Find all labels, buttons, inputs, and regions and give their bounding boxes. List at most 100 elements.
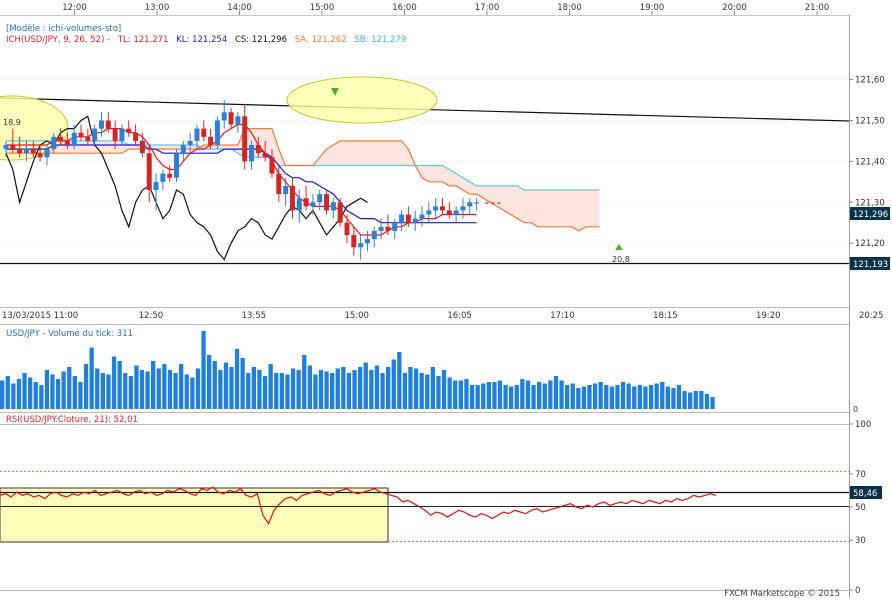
highlight-ellipse-right	[286, 76, 438, 124]
candle-body	[276, 173, 282, 195]
candle-body	[392, 222, 398, 231]
bottom-time-label: 20:25	[859, 311, 884, 321]
volume-bar	[111, 356, 117, 409]
volume-bar	[525, 380, 531, 409]
volume-bar	[581, 386, 587, 409]
candle-body	[139, 140, 145, 154]
top-time-label: 20:00	[722, 3, 747, 13]
volume-bar	[307, 365, 312, 409]
volume-bar	[453, 380, 458, 409]
candle-body	[221, 112, 227, 121]
bottom-time-label: 17:10	[550, 311, 575, 321]
volume-bar	[492, 382, 497, 409]
volume-bar	[413, 368, 419, 409]
volume-bar	[106, 374, 111, 409]
volume-bar	[173, 373, 178, 409]
volume-bar	[72, 376, 77, 409]
candle-body	[249, 145, 255, 162]
rsi-tick-label: 70	[855, 470, 866, 480]
marker-label-right: 20,8	[612, 255, 630, 264]
candle-body	[167, 173, 173, 178]
candle-body	[310, 202, 316, 207]
rsi-axis-ticks: 100 70 50 30 0	[849, 420, 871, 596]
volume-bar	[212, 361, 217, 409]
top-time-label: 19:00	[640, 3, 665, 13]
rsi-tick-label: 30	[855, 536, 866, 546]
candle-body	[37, 153, 43, 158]
bottom-time-axis: 13/03/2015 11:00 12:50 13:55 15:00 16:05 17:1…	[2, 311, 883, 321]
candle-body	[439, 206, 445, 211]
candle-body	[446, 210, 452, 215]
rsi-value-label: 58,46	[853, 489, 877, 499]
volume-bar	[609, 386, 614, 409]
volume-bar	[330, 373, 335, 409]
volume-bar	[710, 397, 715, 409]
candle-body	[51, 136, 57, 150]
volume-bar	[671, 388, 676, 409]
volume-bar	[374, 365, 380, 409]
candle-body	[269, 157, 275, 174]
volume-bar	[363, 362, 368, 409]
candle-body	[426, 210, 432, 215]
volume-bar	[447, 377, 452, 409]
candle-body	[330, 202, 336, 211]
volume-bar	[352, 370, 357, 409]
ichimoku-legend: ICH(USD/JPY, 9, 26, 52) - TL: 121,271 KL…	[6, 35, 406, 45]
volume-bar	[274, 373, 279, 409]
volume-bar	[296, 370, 301, 409]
candle-body	[160, 173, 166, 182]
volume-bar	[22, 373, 27, 409]
candle-body	[23, 149, 29, 154]
candle-body	[242, 116, 248, 162]
volume-bar	[240, 358, 245, 409]
volume-bar	[95, 368, 100, 409]
candle-body	[235, 116, 241, 125]
volume-bar	[139, 370, 145, 409]
top-time-label: 17:00	[475, 3, 500, 13]
volume-bar	[369, 370, 374, 409]
model-label: [Modèle : ichi-volumes-sto]	[6, 23, 121, 34]
legend-chikou: CS: 121,296	[235, 35, 287, 45]
volume-bar	[162, 364, 167, 409]
volume-bar	[358, 367, 363, 409]
candle-body	[64, 140, 70, 145]
candle-body	[378, 226, 384, 231]
candle-body	[133, 132, 139, 141]
candle-body	[17, 149, 23, 154]
volume-bar	[699, 391, 704, 409]
volume-bar	[514, 385, 519, 409]
volume-bar	[184, 374, 189, 409]
volume-bar	[44, 370, 50, 409]
candle-body	[146, 153, 152, 190]
volume-panel: USD/JPY - Volume du tick: 311 0	[0, 324, 858, 414]
candle-body	[105, 120, 111, 129]
volume-bar	[380, 373, 385, 409]
top-time-label: 16:00	[392, 3, 417, 13]
candle-body	[412, 218, 418, 223]
volume-bar	[335, 368, 340, 409]
volume-bar	[425, 374, 430, 409]
price-tick-label: 121,20	[855, 239, 885, 249]
volume-bar	[83, 364, 89, 409]
volume-bar	[537, 382, 542, 409]
candle-body	[44, 149, 50, 158]
candle-body	[58, 136, 64, 141]
candle-body	[289, 185, 295, 211]
candle-body	[208, 136, 214, 145]
support-level-label: 121,193	[853, 260, 888, 270]
volume-bar	[520, 379, 525, 409]
candle-body	[85, 136, 91, 141]
bottom-time-label: 13/03/2015 11:00	[2, 311, 78, 321]
candle-body	[98, 120, 104, 129]
volume-bar	[587, 385, 592, 409]
top-time-label: 21:00	[805, 3, 830, 13]
candle-body	[71, 132, 77, 145]
rsi-highlight-box	[0, 487, 389, 543]
legend-kijun: KL: 121,254	[176, 35, 227, 45]
price-axis-ticks: 121,60 121,50 121,40 121,30 121,20	[849, 76, 885, 249]
candle-body	[474, 202, 480, 204]
volume-bar	[688, 392, 693, 409]
volume-bar	[318, 370, 324, 409]
volume-bar	[548, 380, 553, 409]
candle-body	[112, 128, 118, 141]
